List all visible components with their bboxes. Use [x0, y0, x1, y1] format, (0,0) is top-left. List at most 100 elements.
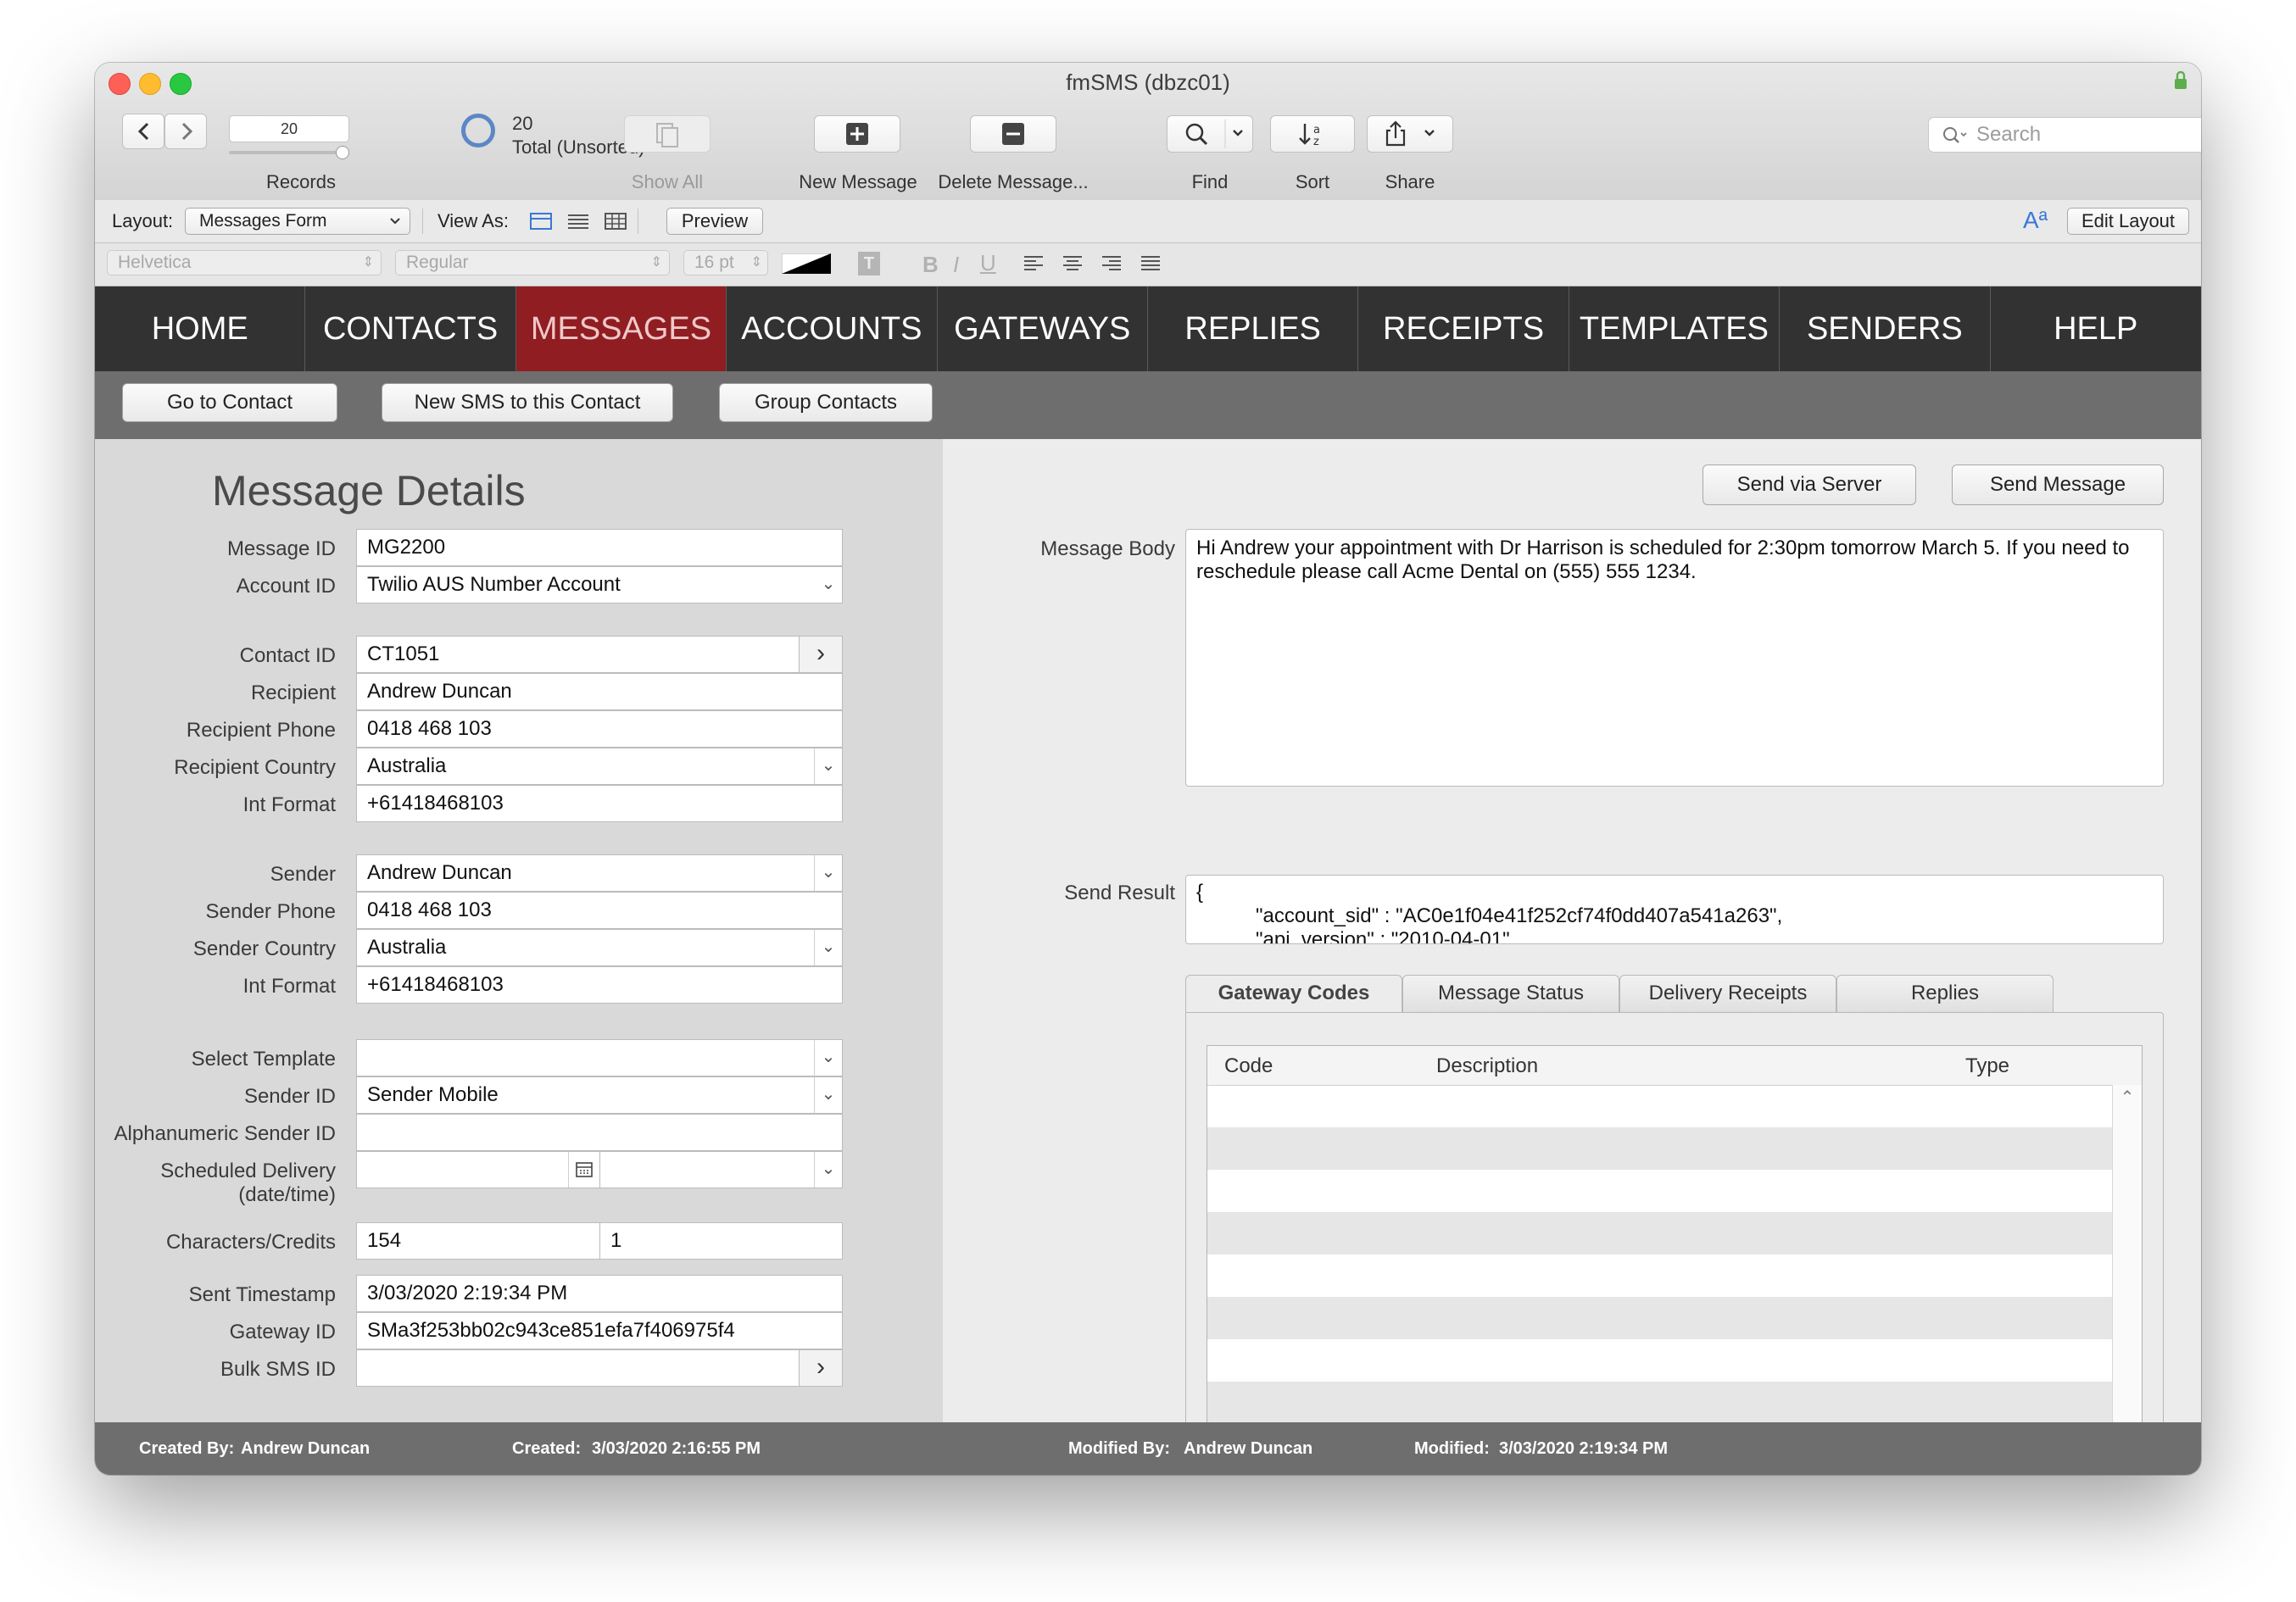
- table-row[interactable]: [1207, 1127, 2115, 1170]
- sender-phone-label: Sender Phone: [205, 900, 336, 923]
- table-row[interactable]: [1207, 1170, 2115, 1212]
- table-row[interactable]: [1207, 1212, 2115, 1254]
- tab-replies[interactable]: Replies: [1836, 975, 2054, 1012]
- sort-button[interactable]: az: [1270, 115, 1355, 153]
- nav-receipts[interactable]: RECEIPTS: [1358, 286, 1569, 371]
- text-color-swatch[interactable]: [781, 253, 832, 275]
- nav-templates[interactable]: TEMPLATES: [1569, 286, 1781, 371]
- tab-delivery-receipts[interactable]: Delivery Receipts: [1619, 975, 1836, 1012]
- sender-field[interactable]: Andrew Duncan ⌄: [356, 854, 843, 892]
- nav-contacts[interactable]: CONTACTS: [305, 286, 516, 371]
- nav-help[interactable]: HELP: [1991, 286, 2201, 371]
- sender-phone-field[interactable]: 0418 468 103: [356, 892, 843, 929]
- sender-id-label: Sender ID: [243, 1085, 336, 1108]
- send-result-field[interactable]: { "account_sid" : "AC0e1f04e41f252cf74f0…: [1185, 875, 2164, 944]
- nav-gateways[interactable]: GATEWAYS: [938, 286, 1148, 371]
- alpha-sender-id-field[interactable]: [356, 1114, 843, 1151]
- nav-accounts[interactable]: ACCOUNTS: [727, 286, 938, 371]
- message-body-field[interactable]: Hi Andrew your appointment with Dr Harri…: [1185, 529, 2164, 787]
- go-to-bulk-sms-icon[interactable]: ›: [799, 1350, 842, 1386]
- table-row[interactable]: [1207, 1382, 2115, 1424]
- next-record-button[interactable]: [164, 114, 207, 149]
- table-row[interactable]: [1207, 1254, 2115, 1297]
- scroll-up-icon[interactable]: ⌃: [2113, 1087, 2142, 1108]
- message-id-field[interactable]: MG2200: [356, 529, 843, 566]
- tab-gateway-codes[interactable]: Gateway Codes: [1185, 975, 1402, 1014]
- account-id-field[interactable]: Twilio AUS Number Account ⌄: [356, 566, 843, 604]
- recipient-phone-field[interactable]: 0418 468 103: [356, 710, 843, 748]
- layout-select[interactable]: Messages Form: [185, 208, 410, 235]
- records-label: Records: [266, 171, 336, 192]
- font-select[interactable]: Helvetica ⇕: [107, 250, 382, 275]
- go-to-contact-icon[interactable]: ›: [799, 637, 842, 672]
- calendar-icon[interactable]: [568, 1152, 599, 1188]
- record-number-field[interactable]: 20: [229, 115, 349, 142]
- contact-id-field[interactable]: CT1051 ›: [356, 636, 843, 673]
- sender-country-field[interactable]: Australia ⌄: [356, 929, 843, 966]
- created-by-value: Andrew Duncan: [241, 1439, 371, 1458]
- list-view-icon[interactable]: [566, 212, 590, 236]
- table-row[interactable]: [1207, 1339, 2115, 1382]
- tab-message-status[interactable]: Message Status: [1402, 975, 1619, 1012]
- select-template-field[interactable]: ⌄: [356, 1039, 843, 1076]
- nav-messages[interactable]: MESSAGES: [515, 286, 727, 371]
- chevron-down-icon[interactable]: ⌄: [815, 567, 842, 603]
- go-to-contact-button[interactable]: Go to Contact: [122, 383, 337, 422]
- record-slider-handle[interactable]: [336, 146, 349, 159]
- align-center-icon[interactable]: [1062, 253, 1084, 278]
- scheduled-time-field[interactable]: ⌄: [599, 1151, 843, 1188]
- previous-record-button[interactable]: [122, 114, 164, 149]
- sender-int-format-field[interactable]: +61418468103: [356, 966, 843, 1004]
- recipient-country-field[interactable]: Australia ⌄: [356, 748, 843, 785]
- chevron-down-icon[interactable]: ⌄: [814, 930, 842, 965]
- scheduled-date-field[interactable]: [356, 1151, 600, 1188]
- group-contacts-button[interactable]: Group Contacts: [719, 383, 933, 422]
- align-right-icon[interactable]: [1101, 253, 1123, 278]
- send-result-label: Send Result: [1064, 882, 1175, 904]
- new-sms-contact-button[interactable]: New SMS to this Contact: [382, 383, 673, 422]
- chevron-down-icon[interactable]: ⌄: [814, 1077, 842, 1113]
- record-slider[interactable]: [229, 151, 348, 154]
- form-view-icon[interactable]: [529, 212, 553, 236]
- delete-message-button[interactable]: [970, 115, 1056, 153]
- find-button[interactable]: [1167, 115, 1253, 153]
- chevron-down-icon[interactable]: ⌄: [814, 1152, 842, 1188]
- new-message-button[interactable]: [814, 115, 900, 153]
- preview-button[interactable]: Preview: [666, 208, 763, 235]
- size-select[interactable]: 16 pt ⇕: [683, 250, 768, 275]
- credits-field[interactable]: 1: [599, 1222, 843, 1260]
- nav-replies[interactable]: REPLIES: [1148, 286, 1359, 371]
- send-message-button[interactable]: Send Message: [1952, 464, 2164, 505]
- search-input[interactable]: Search: [1928, 117, 2201, 153]
- chevron-down-icon[interactable]: ⌄: [814, 748, 842, 784]
- gateway-id-field[interactable]: SMa3f253bb02c943ce851efa7f406975f4: [356, 1312, 843, 1349]
- style-select[interactable]: Regular ⇕: [395, 250, 670, 275]
- portal-scrollbar[interactable]: ⌃ ⌄: [2112, 1085, 2142, 1448]
- italic-icon[interactable]: I: [953, 252, 959, 278]
- sender-id-field[interactable]: Sender Mobile ⌄: [356, 1076, 843, 1114]
- record-footer: Created By: Andrew Duncan Created: 3/03/…: [95, 1422, 2201, 1475]
- align-left-icon[interactable]: [1023, 253, 1045, 278]
- characters-field[interactable]: 154: [356, 1222, 600, 1260]
- nav-senders[interactable]: SENDERS: [1780, 286, 1991, 371]
- bulk-sms-id-field[interactable]: ›: [356, 1349, 843, 1387]
- chevron-down-icon[interactable]: ⌄: [814, 1040, 842, 1076]
- underline-icon[interactable]: U: [980, 250, 996, 276]
- recipient-field[interactable]: Andrew Duncan: [356, 673, 843, 710]
- table-view-icon[interactable]: [604, 212, 627, 236]
- highlight-icon[interactable]: T: [858, 252, 880, 275]
- share-button[interactable]: [1367, 115, 1453, 153]
- justify-icon[interactable]: [1140, 253, 1162, 278]
- bold-icon[interactable]: B: [922, 252, 939, 278]
- edit-layout-button[interactable]: Edit Layout: [2067, 208, 2189, 235]
- text-format-icon[interactable]: Aª: [2023, 207, 2048, 234]
- chevron-down-icon[interactable]: ⌄: [814, 855, 842, 891]
- nav-home[interactable]: HOME: [95, 286, 306, 371]
- table-row[interactable]: [1207, 1085, 2115, 1127]
- int-format-field[interactable]: +61418468103: [356, 785, 843, 822]
- style-value: Regular: [406, 253, 469, 272]
- sent-timestamp-field[interactable]: 3/03/2020 2:19:34 PM: [356, 1275, 843, 1312]
- send-via-server-button[interactable]: Send via Server: [1702, 464, 1916, 505]
- show-all-button[interactable]: [624, 115, 711, 153]
- table-row[interactable]: [1207, 1297, 2115, 1339]
